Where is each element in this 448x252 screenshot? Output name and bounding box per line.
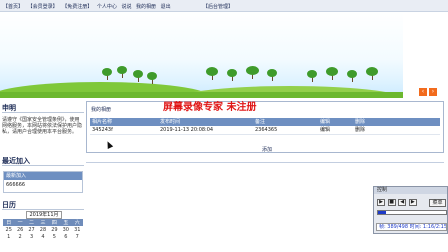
nav-admin-link[interactable]: 【后台管理】: [203, 3, 233, 10]
nav-logout-link[interactable]: 退出: [161, 4, 171, 10]
weekday-wed: 三: [37, 219, 49, 226]
col-note-header: 备注: [255, 119, 266, 125]
col-delete-header: 删除: [355, 119, 366, 125]
photo-name-cell: 345243f: [92, 127, 113, 133]
calendar-day[interactable]: 29: [49, 226, 60, 233]
calendar-day[interactable]: 7: [72, 233, 83, 240]
note-cell: 2364365: [255, 127, 278, 133]
calendar-month-select[interactable]: 2019年11月: [26, 211, 62, 219]
divider: [2, 112, 84, 113]
add-photo-link[interactable]: 添加: [262, 146, 272, 153]
calendar-day[interactable]: 6: [60, 233, 71, 240]
weekday-tue: 二: [25, 219, 38, 226]
col-time-header: 发布时间: [160, 119, 181, 125]
menu-button[interactable]: 菜单: [429, 199, 446, 207]
recorder-watermark: 屏幕录像专家 未注册: [163, 102, 257, 113]
divider: [2, 209, 84, 210]
recent-header: 最新加入: [4, 172, 82, 180]
recent-members-box: 最新加入 666666: [3, 171, 83, 193]
calendar-day[interactable]: 30: [60, 226, 71, 233]
weekday-sat: 六: [71, 219, 83, 226]
nav-links: 【首页】 【会员登录】 【免费注册】 个人中心 说说 我的相册 退出: [3, 3, 174, 10]
play-icon[interactable]: ▶: [377, 199, 385, 206]
divider: [2, 165, 84, 166]
nav-register-link[interactable]: 【免费注册】: [62, 4, 92, 10]
banner-image: [0, 12, 403, 98]
col-name-header: 相片名称: [92, 119, 113, 125]
calendar-day[interactable]: 3: [26, 233, 37, 240]
nav-home-link[interactable]: 【首页】: [3, 4, 23, 10]
calendar-day[interactable]: 2: [14, 233, 25, 240]
notice-text: 请遵守《国家安全管理条例》，使用网络服务，本网站将依法保护用户隐私，请用户合理使…: [2, 117, 83, 135]
weekday-mon: 一: [14, 219, 26, 226]
playback-progress-bar[interactable]: [377, 210, 447, 215]
weekday-fri: 五: [60, 219, 72, 226]
top-nav-bar: 【首页】 【会员登录】 【免费注册】 个人中心 说说 我的相册 退出 【后台管理…: [0, 0, 448, 12]
banner-next-button[interactable]: ›: [429, 88, 437, 96]
calendar-day[interactable]: 28: [37, 226, 48, 233]
weekday-thu: 四: [48, 219, 61, 226]
calendar-day[interactable]: 25: [3, 226, 14, 233]
rewind-icon[interactable]: ◀: [398, 199, 407, 206]
edit-link[interactable]: 编辑: [320, 126, 330, 135]
calendar-day[interactable]: 31: [72, 226, 83, 233]
nav-album-link[interactable]: 我的相册: [136, 4, 156, 10]
progress-fill: [378, 211, 387, 214]
calendar-day[interactable]: 26: [14, 226, 25, 233]
calendar-day[interactable]: 5: [49, 233, 60, 240]
recorder-control-window: 控制 ▶ ■ ◀ ▶ 菜单 帧: 389/498 时间: 1:16/2:15: [373, 186, 448, 234]
panel-title: 我的相册: [91, 107, 112, 113]
nav-talk-link[interactable]: 说说: [121, 4, 131, 10]
stop-icon[interactable]: ■: [387, 199, 396, 206]
delete-link[interactable]: 删除: [355, 126, 365, 135]
nav-profile-link[interactable]: 个人中心: [97, 4, 117, 10]
publish-time-cell: 2019-11-13 20:08:04: [160, 127, 214, 133]
control-title: 控制: [374, 187, 447, 194]
divider: [86, 162, 444, 163]
col-edit-header: 编辑: [320, 119, 331, 125]
forward-icon[interactable]: ▶: [408, 199, 417, 206]
weekday-sun: 日: [3, 219, 15, 226]
calendar-day[interactable]: 4: [37, 233, 48, 240]
table-header: 相片名称 发布时间 备注 编辑 删除: [90, 118, 440, 126]
banner-prev-button[interactable]: ‹: [419, 88, 427, 96]
recent-member-link[interactable]: 666666: [4, 180, 82, 190]
calendar: 2019年11月 日 一 二 三 四 五 六 25 26 27 28 29 30…: [3, 211, 85, 252]
playback-status: 帧: 389/498 时间: 1:16/2:15: [376, 223, 447, 231]
album-table: 相片名称 发布时间 备注 编辑 删除 345243f 2019-11-13 20…: [90, 118, 440, 135]
nav-login-link[interactable]: 【会员登录】: [28, 4, 58, 10]
calendar-day[interactable]: 1: [3, 233, 14, 240]
table-row: 345243f 2019-11-13 20:08:04 2364365 编辑 删…: [90, 126, 440, 135]
calendar-day[interactable]: 27: [26, 226, 37, 233]
